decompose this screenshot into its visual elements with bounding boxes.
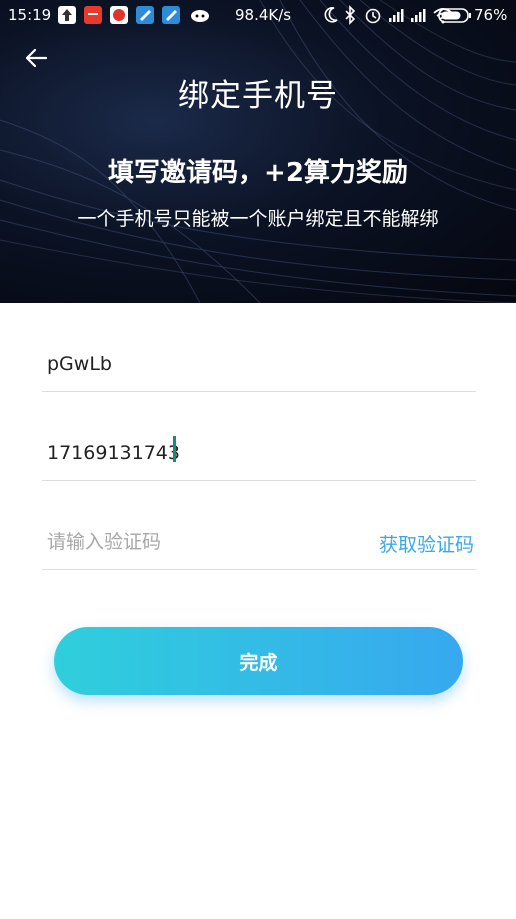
promo-title: 填写邀请码，+2算力奖励: [108, 158, 408, 188]
note-app-icon-2: [162, 6, 180, 24]
note-app-icon: [136, 6, 154, 24]
invite-code-field[interactable]: [42, 335, 476, 392]
back-button[interactable]: [22, 44, 52, 72]
bluetooth-icon: [343, 5, 357, 29]
taobao-app-icon: [84, 6, 102, 24]
get-code-button[interactable]: 获取验证码: [379, 530, 474, 557]
verification-code-field[interactable]: 获取验证码: [42, 513, 476, 570]
battery-percent: 76%: [474, 6, 508, 24]
battery-icon: [438, 5, 472, 29]
signal-icon-2: [410, 5, 426, 29]
status-bar: 15:19 98.4K/s 76%: [0, 0, 516, 32]
alarm-icon: [363, 5, 383, 29]
promo-subtitle: 一个手机号只能被一个账户绑定且不能解绑: [77, 208, 439, 230]
game-app-icon: [190, 6, 209, 24]
moon-icon: [323, 5, 339, 29]
upload-icon: [58, 6, 76, 24]
page-title: 绑定手机号: [178, 78, 338, 114]
phone-input[interactable]: [47, 438, 347, 468]
text-cursor: [173, 436, 176, 462]
status-time: 15:19: [8, 6, 52, 24]
header-banner: 15:19 98.4K/s 76% 绑定手机号 填写邀请码，+2算力奖励 一个手…: [0, 0, 516, 303]
invite-code-input[interactable]: [47, 349, 347, 379]
network-speed: 98.4K/s: [235, 6, 292, 24]
verification-code-input[interactable]: [47, 527, 347, 557]
submit-button[interactable]: 完成: [54, 627, 463, 695]
arrow-left-icon: [25, 48, 48, 68]
signal-icon: [388, 5, 404, 29]
weibo-app-icon: [110, 6, 128, 24]
phone-field[interactable]: [42, 424, 476, 481]
